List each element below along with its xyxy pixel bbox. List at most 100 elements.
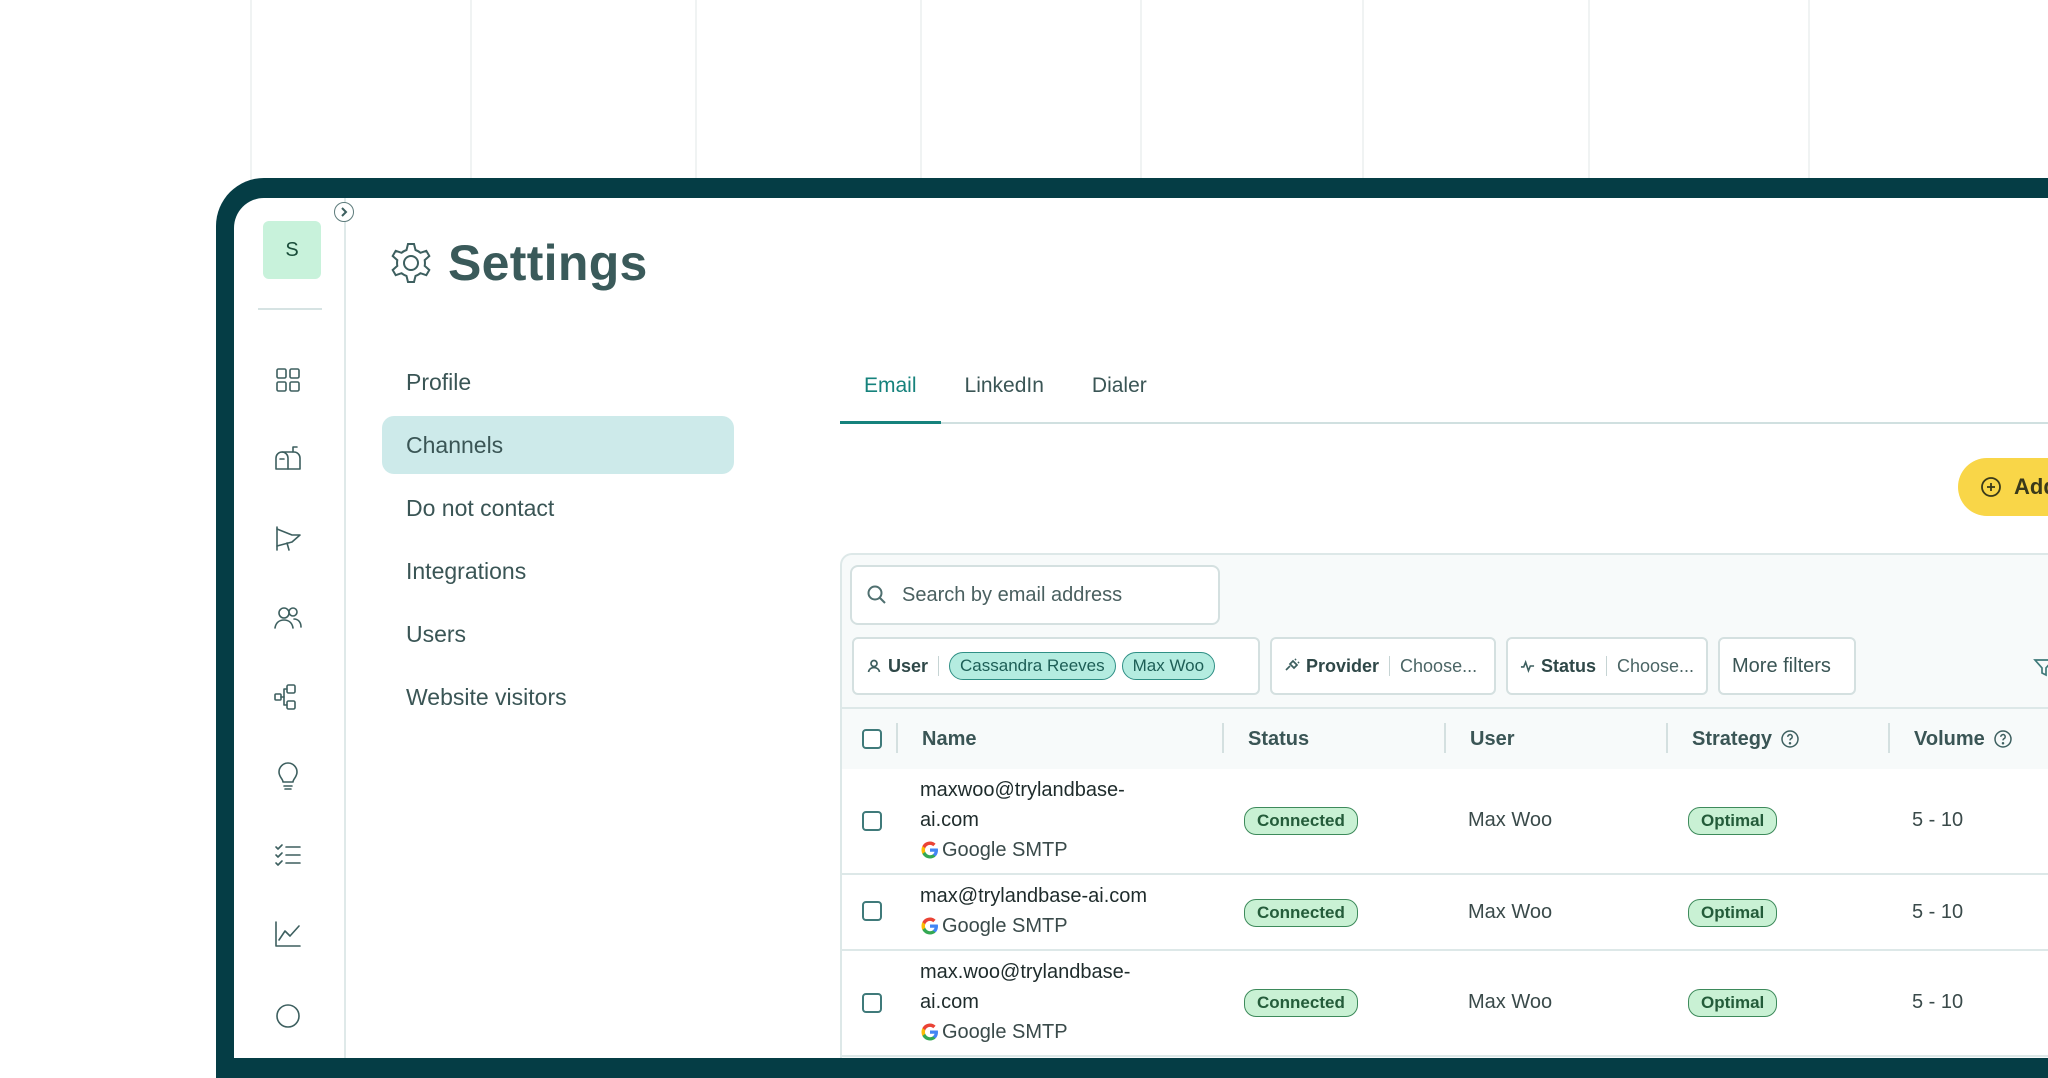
menu-item-do-not-contact[interactable]: Do not contact <box>382 479 734 537</box>
strategy-badge: Optimal <box>1688 807 1778 835</box>
google-icon <box>921 917 938 935</box>
chevron-right-icon[interactable] <box>334 202 354 222</box>
strategy-badge: Optimal <box>1688 989 1778 1017</box>
account-email-continued: ai.com <box>920 809 979 831</box>
provider-name: Google SMTP <box>942 839 1068 861</box>
account-email: maxwoo@trylandbase- <box>920 779 1125 801</box>
provider-filter[interactable]: Provider Choose... <box>1270 637 1496 695</box>
contacts-people-icon[interactable] <box>270 600 306 636</box>
tab-dialer[interactable]: Dialer <box>1068 350 1171 422</box>
page-header: Settings <box>384 234 648 292</box>
ideas-lightbulb-icon[interactable] <box>270 758 306 794</box>
account-email: max.woo@trylandbase- <box>920 961 1131 983</box>
user-filter[interactable]: User Cassandra Reeves Max Woo <box>852 637 1260 695</box>
column-header-strategy[interactable]: Strategy <box>1692 709 1800 769</box>
filter-funnel-icon[interactable] <box>2032 655 2048 679</box>
tab-linkedin[interactable]: LinkedIn <box>941 350 1068 422</box>
analytics-chart-icon[interactable] <box>270 916 306 952</box>
provider-name: Google SMTP <box>942 915 1068 937</box>
gear-icon <box>391 243 431 283</box>
filter-separator <box>938 656 940 676</box>
plus-circle-icon <box>1981 477 2001 497</box>
menu-item-users[interactable]: Users <box>382 605 734 663</box>
provider-filter-label: Provider <box>1306 655 1380 676</box>
column-header-strategy-label: Strategy <box>1692 727 1773 750</box>
more-filters-button[interactable]: More filters <box>1718 637 1856 695</box>
account-name-cell: max@trylandbase-ai.com Google SMTP <box>920 881 1240 941</box>
sidebar: S <box>234 198 346 1058</box>
search-field[interactable] <box>850 565 1220 625</box>
user-cell: Max Woo <box>1468 991 1553 1013</box>
column-header-status[interactable]: Status <box>1248 709 1309 769</box>
mailbox-icon[interactable] <box>270 441 306 477</box>
menu-item-channels[interactable]: Channels <box>382 416 734 474</box>
volume-cell: 5 - 10 <box>1912 809 1964 831</box>
row-checkbox[interactable] <box>862 901 882 921</box>
status-badge: Connected <box>1244 807 1358 835</box>
select-all-checkbox[interactable] <box>862 729 882 749</box>
activity-icon <box>1520 659 1535 674</box>
provider-label: Google SMTP <box>920 1017 1160 1047</box>
account-name-cell: max.woo@trylandbase- ai.com Google SMTP <box>920 957 1160 1047</box>
table-row[interactable]: maxwoo@trylandbase- ai.com Google SMTP C… <box>842 769 2048 875</box>
help-circle-icon[interactable] <box>1780 729 1800 749</box>
plug-icon <box>1285 658 1300 671</box>
select-all-checkbox-cell <box>862 709 882 769</box>
user-cell: Max Woo <box>1468 809 1553 831</box>
account-email-continued: ai.com <box>920 991 979 1013</box>
filter-separator <box>1389 656 1391 676</box>
page-title: Settings <box>448 235 648 291</box>
email-accounts-panel: User Cassandra Reeves Max Woo Provider C… <box>840 553 2048 1058</box>
status-badge: Connected <box>1244 989 1358 1017</box>
user-chip[interactable]: Cassandra Reeves <box>949 652 1116 680</box>
help-circle-icon[interactable] <box>1993 729 2013 749</box>
status-filter-label: Status <box>1541 655 1597 676</box>
status-badge: Connected <box>1244 899 1358 927</box>
provider-label: Google SMTP <box>920 911 1240 941</box>
column-divider <box>896 723 898 753</box>
account-name-cell: maxwoo@trylandbase- ai.com Google SMTP <box>920 775 1160 865</box>
filter-separator <box>1606 656 1607 676</box>
provider-filter-value: Choose... <box>1400 655 1478 676</box>
campaign-megaphone-icon[interactable] <box>270 520 306 556</box>
column-header-volume[interactable]: Volume <box>1914 709 2013 769</box>
menu-item-profile[interactable]: Profile <box>382 353 734 411</box>
volume-cell: 5 - 10 <box>1912 901 1964 923</box>
workflow-icon[interactable] <box>270 679 306 715</box>
add-button-label: Add <box>2014 474 2048 499</box>
table-row[interactable]: max@trylandbase-ai.com Google SMTP Conne… <box>842 875 2048 951</box>
sidebar-divider <box>258 308 322 310</box>
google-icon <box>921 1023 938 1041</box>
status-filter[interactable]: Status Choose... <box>1506 637 1708 695</box>
user-filter-label: User <box>888 655 929 676</box>
column-header-name[interactable]: Name <box>922 709 976 769</box>
tasks-checklist-icon[interactable] <box>270 837 306 873</box>
row-checkbox[interactable] <box>862 993 882 1013</box>
tab-email[interactable]: Email <box>840 350 941 424</box>
channel-tabs: Email LinkedIn Dialer <box>840 350 2048 424</box>
column-divider <box>1444 723 1446 753</box>
user-chip[interactable]: Max Woo <box>1121 652 1216 680</box>
app-window: S Settings Profile Channels Do not conta… <box>234 198 2048 1058</box>
user-icon <box>867 659 881 673</box>
status-filter-value: Choose... <box>1616 655 1694 676</box>
column-divider <box>1222 723 1224 753</box>
account-email: max@trylandbase-ai.com <box>920 885 1148 907</box>
column-divider <box>1888 723 1890 753</box>
dashboard-grid-icon[interactable] <box>270 362 306 398</box>
menu-item-integrations[interactable]: Integrations <box>382 542 734 600</box>
provider-name: Google SMTP <box>942 1021 1068 1043</box>
user-cell: Max Woo <box>1468 901 1553 923</box>
provider-label: Google SMTP <box>920 835 1160 865</box>
google-icon <box>921 841 938 859</box>
column-header-user[interactable]: User <box>1470 709 1514 769</box>
add-button[interactable]: Add <box>1958 458 2048 516</box>
help-icon[interactable] <box>270 998 306 1034</box>
workspace-avatar[interactable]: S <box>263 221 321 279</box>
strategy-badge: Optimal <box>1688 899 1778 927</box>
row-checkbox[interactable] <box>862 811 882 831</box>
search-input[interactable] <box>900 582 1204 608</box>
menu-item-website-visitors[interactable]: Website visitors <box>382 668 734 726</box>
volume-cell: 5 - 10 <box>1912 991 1964 1013</box>
table-row[interactable]: max.woo@trylandbase- ai.com Google SMTP … <box>842 951 2048 1057</box>
